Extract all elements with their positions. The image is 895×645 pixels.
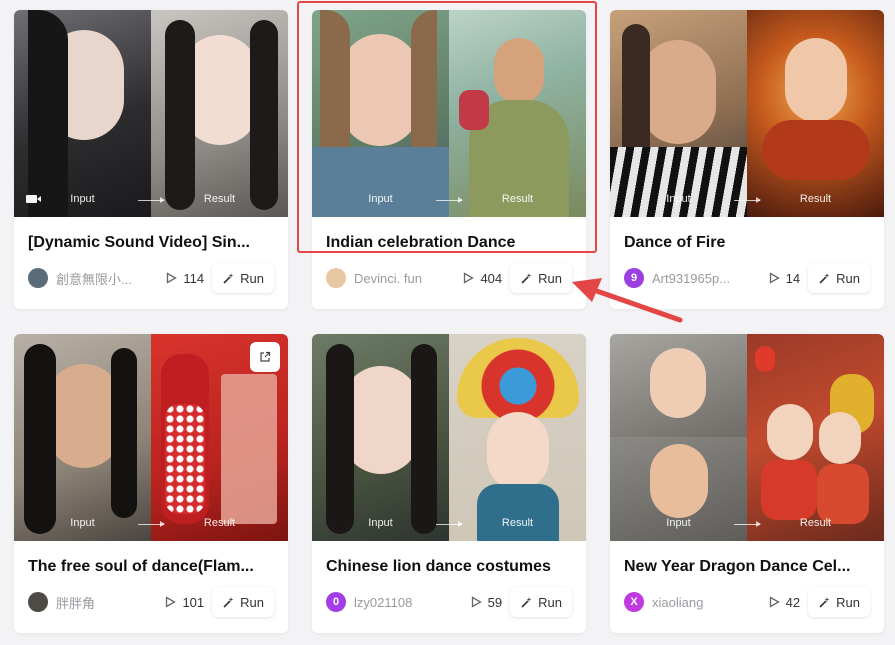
- result-label: Result: [799, 193, 832, 205]
- card-title[interactable]: Chinese lion dance costumes: [312, 541, 586, 576]
- input-label: Input: [368, 517, 393, 529]
- magic-wand-icon: [521, 272, 532, 284]
- play-count: 101: [165, 595, 204, 610]
- run-button[interactable]: Run: [808, 587, 870, 617]
- template-card[interactable]: Input Result Chinese lion dance costumes…: [312, 334, 586, 633]
- input-label: Input: [70, 517, 95, 529]
- arrow-icon: [734, 521, 761, 527]
- input-label: Input: [70, 193, 95, 205]
- avatar[interactable]: [28, 268, 48, 288]
- card-title[interactable]: Dance of Fire: [610, 217, 884, 252]
- preview-image[interactable]: Input Result: [14, 334, 288, 541]
- play-icon: [166, 596, 177, 608]
- avatar[interactable]: 0: [326, 592, 346, 612]
- template-card[interactable]: Input Result The free soul of dance(Flam…: [14, 334, 288, 633]
- magic-wand-icon: [223, 596, 234, 608]
- play-count: 114: [166, 271, 204, 286]
- template-card[interactable]: Input Result Dance of Fire 9 Art931965p.…: [610, 10, 884, 309]
- run-button[interactable]: Run: [510, 263, 572, 293]
- magic-wand-icon: [223, 272, 234, 284]
- avatar[interactable]: [326, 268, 346, 288]
- play-icon: [167, 272, 178, 284]
- share-icon[interactable]: [250, 342, 280, 372]
- arrow-icon: [138, 197, 165, 203]
- input-label: Input: [666, 517, 691, 529]
- run-button[interactable]: Run: [808, 263, 870, 293]
- highlight-box: [297, 1, 597, 253]
- template-card[interactable]: Input Result New Year Dragon Dance Cel..…: [610, 334, 884, 633]
- preview-image[interactable]: Input Result: [610, 10, 884, 217]
- run-button[interactable]: Run: [212, 587, 274, 617]
- arrow-icon: [734, 197, 761, 203]
- run-button[interactable]: Run: [212, 263, 274, 293]
- magic-wand-icon: [819, 596, 830, 608]
- arrow-icon: [436, 521, 463, 527]
- author-name[interactable]: 胖胖角: [56, 593, 160, 612]
- avatar[interactable]: [28, 592, 48, 612]
- card-title[interactable]: [Dynamic Sound Video] Sin...: [14, 217, 288, 252]
- run-button[interactable]: Run: [510, 587, 572, 617]
- magic-wand-icon: [521, 596, 532, 608]
- result-label: Result: [203, 517, 236, 529]
- play-count: 42: [769, 595, 800, 610]
- play-count: 14: [769, 271, 800, 286]
- template-card[interactable]: Input Result [Dynamic Sound Video] Sin..…: [14, 10, 288, 309]
- result-label: Result: [501, 517, 534, 529]
- play-count: 59: [471, 595, 502, 610]
- pointer-arrow-icon: [572, 278, 683, 323]
- author-name[interactable]: 創意無限小...: [56, 269, 160, 288]
- author-name[interactable]: Devinci. fun: [354, 271, 458, 286]
- preview-image[interactable]: Input Result: [610, 334, 884, 541]
- author-name[interactable]: lzy021108: [354, 595, 458, 610]
- preview-image[interactable]: Input Result: [312, 334, 586, 541]
- arrow-icon: [138, 521, 165, 527]
- play-icon: [464, 272, 475, 284]
- play-icon: [471, 596, 482, 608]
- author-name[interactable]: xiaoliang: [652, 595, 756, 610]
- preview-image[interactable]: Input Result: [14, 10, 288, 217]
- play-icon: [769, 272, 780, 284]
- result-label: Result: [203, 193, 236, 205]
- magic-wand-icon: [819, 272, 830, 284]
- play-count: 404: [463, 271, 502, 286]
- avatar[interactable]: X: [624, 592, 644, 612]
- result-label: Result: [799, 517, 832, 529]
- card-title[interactable]: The free soul of dance(Flam...: [14, 541, 288, 576]
- input-label: Input: [666, 193, 691, 205]
- play-icon: [769, 596, 780, 608]
- card-title[interactable]: New Year Dragon Dance Cel...: [610, 541, 884, 576]
